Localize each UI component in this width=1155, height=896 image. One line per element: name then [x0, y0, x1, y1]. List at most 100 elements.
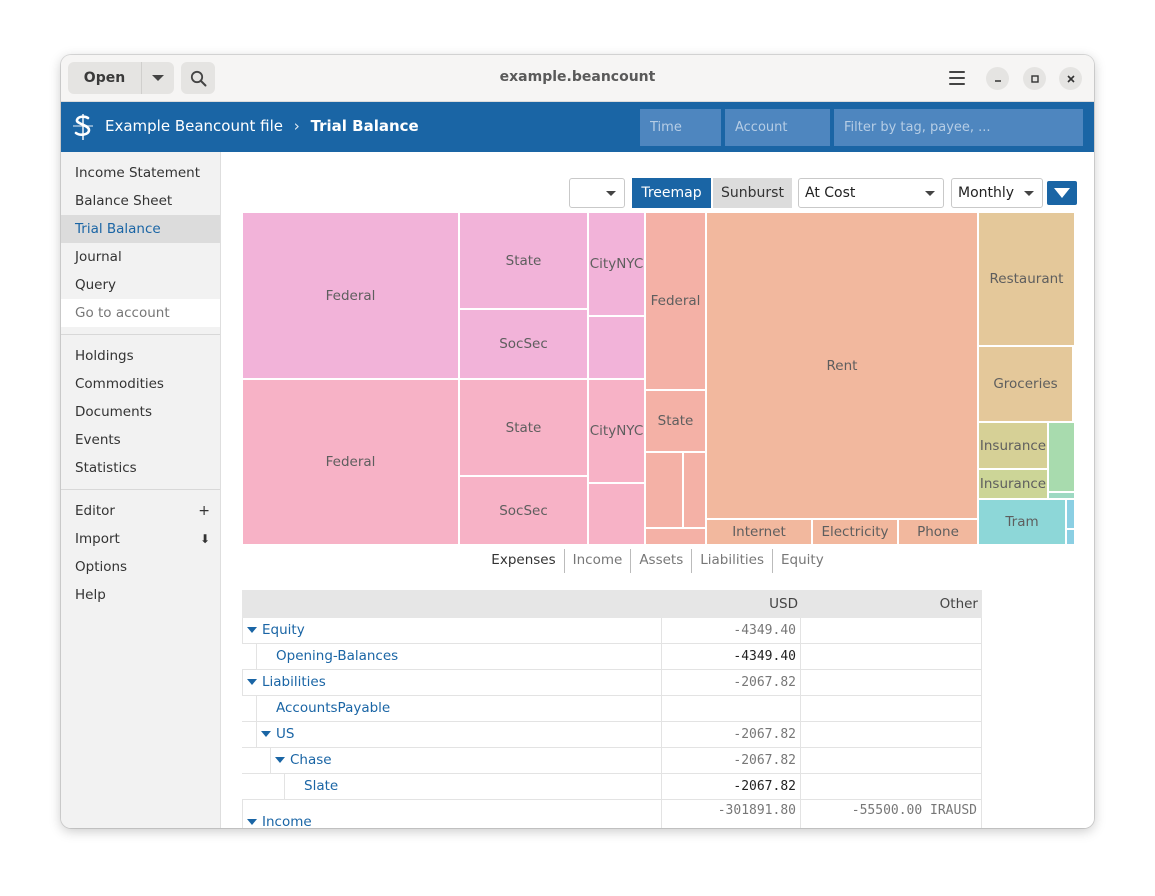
usd-value: -301891.80 [661, 800, 801, 828]
chart-tab-assets[interactable]: Assets [631, 549, 693, 573]
treemap-cell[interactable]: State [645, 390, 706, 452]
maximize-icon [1030, 74, 1039, 83]
treemap-cell[interactable]: SocSec [459, 476, 588, 545]
sidebar-item-trial-balance[interactable]: Trial Balance [61, 215, 220, 243]
account-label[interactable]: Slate [304, 778, 338, 794]
treemap-cell[interactable]: Internet [706, 519, 812, 545]
treemap-cell[interactable]: Insurance [978, 422, 1048, 469]
sidebar-item-statistics[interactable]: Statistics [61, 454, 220, 482]
other-value [801, 618, 982, 644]
treemap-cell[interactable]: Federal [242, 212, 459, 379]
treemap-cell[interactable]: Groceries [978, 346, 1073, 422]
treemap-cell[interactable] [588, 316, 645, 379]
sidebar-item-balance-sheet[interactable]: Balance Sheet [61, 187, 220, 215]
sidebar-item-events[interactable]: Events [61, 426, 220, 454]
treemap-cell[interactable] [645, 452, 683, 528]
treemap-cell[interactable]: Insurance [978, 469, 1048, 499]
plus-icon[interactable]: + [198, 497, 210, 525]
account-label[interactable]: Income [262, 814, 312, 828]
menu-button[interactable] [947, 69, 967, 87]
breadcrumb-separator: › [293, 117, 300, 135]
maximize-button[interactable] [1023, 67, 1046, 90]
treemap-cell[interactable] [1066, 529, 1075, 545]
account-name[interactable]: Opening-Balances [256, 644, 661, 670]
treemap-cell[interactable] [1048, 422, 1075, 492]
account-name[interactable]: US [256, 722, 661, 748]
chart-tab-income[interactable]: Income [565, 549, 632, 573]
other-value [801, 670, 982, 696]
account-label[interactable]: Liabilities [262, 674, 326, 690]
caret-down-icon[interactable] [275, 757, 285, 763]
treemap-cell[interactable]: Federal [242, 379, 459, 545]
treemap-cell[interactable]: Electricity [812, 519, 898, 545]
treemap-cell[interactable]: SocSec [459, 309, 588, 379]
sidebar-item-options[interactable]: Options [61, 553, 220, 581]
menu-line [949, 71, 965, 73]
other-value [801, 644, 982, 670]
sidebar-item-holdings[interactable]: Holdings [61, 342, 220, 370]
account-name[interactable]: Chase [270, 748, 661, 774]
treemap-cell[interactable]: Federal [645, 212, 706, 390]
sidebar-item-help[interactable]: Help [61, 581, 220, 609]
sidebar-item-journal[interactable]: Journal [61, 243, 220, 271]
treemap-cell[interactable]: State [459, 379, 588, 476]
sidebar-item-import[interactable]: Import ⬇ [61, 525, 220, 553]
breadcrumb-current: Trial Balance [310, 117, 419, 135]
treemap-cell[interactable]: Restaurant [978, 212, 1075, 346]
column-header-other[interactable]: Other [802, 596, 978, 612]
chart-tab-expenses[interactable]: Expenses [483, 549, 565, 573]
column-header-usd[interactable]: USD [662, 596, 798, 612]
treemap-button[interactable]: Treemap [632, 178, 711, 208]
collapse-chart-button[interactable] [1047, 181, 1077, 205]
chart-tab-liabilities[interactable]: Liabilities [692, 549, 773, 573]
time-filter-input[interactable] [640, 109, 721, 146]
treemap-cell[interactable]: CityNYC [588, 212, 645, 316]
account-label[interactable]: Opening-Balances [276, 648, 398, 664]
caret-down-icon[interactable] [261, 731, 271, 737]
table-row: US -2067.82 [242, 722, 982, 748]
treemap-cell[interactable]: Tram [978, 499, 1066, 545]
treemap-cell[interactable] [588, 483, 645, 545]
account-name[interactable]: AccountsPayable [256, 696, 661, 722]
account-label[interactable]: US [276, 726, 294, 742]
account-label[interactable]: Chase [290, 752, 332, 768]
sidebar-item-query[interactable]: Query [61, 271, 220, 299]
caret-down-icon[interactable] [247, 819, 257, 825]
account-name[interactable]: Equity [242, 618, 661, 644]
treemap-cell[interactable]: Rent [706, 212, 978, 519]
table-row: Opening-Balances -4349.40 [242, 644, 982, 670]
close-icon [1066, 74, 1075, 83]
download-icon[interactable]: ⬇ [200, 525, 210, 553]
sidebar-item-income-statement[interactable]: Income Statement [61, 159, 220, 187]
conversion-select[interactable]: At Cost [798, 178, 944, 208]
breadcrumb-file[interactable]: Example Beancount file [105, 117, 283, 135]
chart-select[interactable] [569, 178, 625, 208]
account-name[interactable]: Liabilities [242, 670, 661, 696]
goto-account-input[interactable]: Go to account [61, 299, 220, 327]
treemap-cell[interactable]: State [459, 212, 588, 309]
treemap-cell[interactable] [1048, 492, 1075, 499]
account-name[interactable]: Income [242, 800, 661, 828]
treemap-cell[interactable] [1066, 499, 1075, 529]
account-filter-input[interactable] [725, 109, 830, 146]
sidebar-item-documents[interactable]: Documents [61, 398, 220, 426]
treemap-cell[interactable] [645, 528, 706, 545]
treemap-cell[interactable]: CityNYC [588, 379, 645, 483]
interval-select[interactable]: Monthly [951, 178, 1043, 208]
account-label[interactable]: Equity [262, 622, 305, 638]
chevron-down-icon [925, 191, 935, 196]
account-label[interactable]: AccountsPayable [276, 700, 390, 716]
chart-tab-equity[interactable]: Equity [773, 549, 832, 573]
account-name[interactable]: Slate [284, 774, 661, 800]
sidebar-item-editor[interactable]: Editor + [61, 497, 220, 525]
caret-down-icon[interactable] [247, 627, 257, 633]
minimize-button[interactable] [986, 67, 1009, 90]
tag-filter-input[interactable] [834, 109, 1083, 146]
treemap-cell[interactable]: Phone [898, 519, 978, 545]
close-button[interactable] [1059, 67, 1082, 90]
sunburst-button[interactable]: Sunburst [713, 178, 792, 208]
caret-down-icon[interactable] [247, 679, 257, 685]
treemap-cell[interactable] [683, 452, 706, 528]
sidebar-divider [61, 489, 220, 490]
sidebar-item-commodities[interactable]: Commodities [61, 370, 220, 398]
